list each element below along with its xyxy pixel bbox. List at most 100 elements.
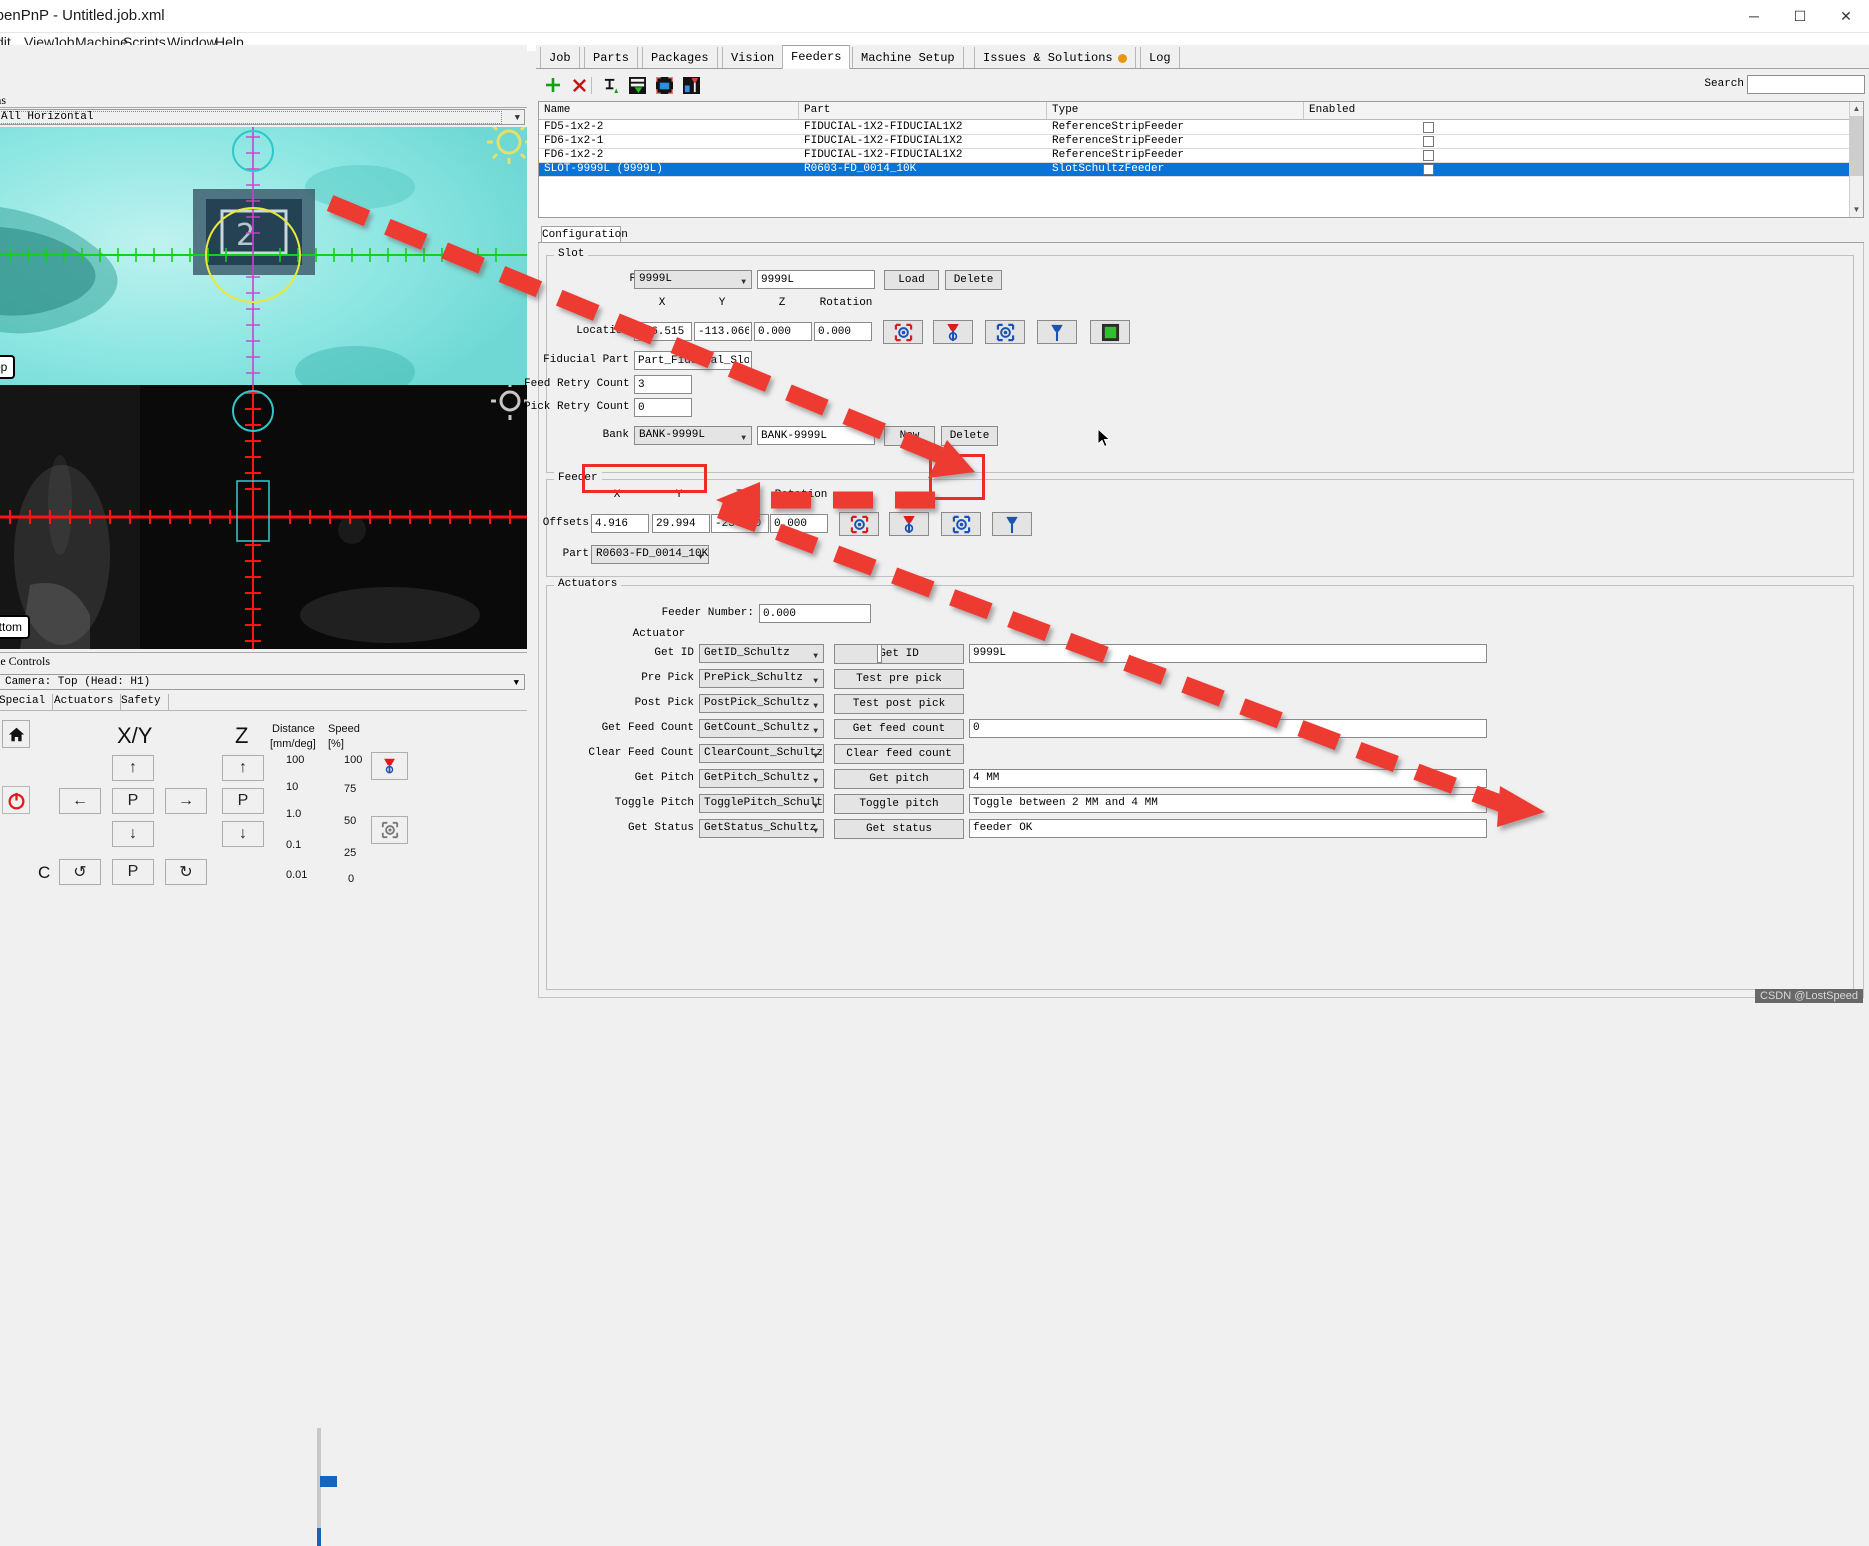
- camera-view-top[interactable]: 2: [0, 127, 527, 385]
- actuator-select-pre-pick[interactable]: PrePick_Schultz ▼: [699, 669, 824, 688]
- actuator-value-get-id[interactable]: 9999L: [969, 644, 1487, 663]
- slot-location-x-input[interactable]: [634, 322, 692, 341]
- column-header-enabled[interactable]: Enabled: [1304, 102, 1849, 119]
- slot-capture-camera-button[interactable]: [883, 320, 923, 344]
- distance-slider-thumb[interactable]: [320, 1476, 337, 1487]
- jog-y-minus-button[interactable]: ↓: [112, 821, 154, 847]
- camera-layout-select[interactable]: All Horizontal ▼: [0, 109, 525, 125]
- maximize-button[interactable]: ☐: [1777, 0, 1823, 32]
- slot-bank-delete-button[interactable]: Delete: [941, 426, 998, 446]
- feeder-offset-z-input[interactable]: [711, 514, 769, 533]
- actuator-button-clear-feed-count[interactable]: Clear feed count: [834, 744, 964, 764]
- slot-show-button[interactable]: [1090, 320, 1130, 344]
- slot-capture-tool-button[interactable]: [933, 320, 973, 344]
- column-header-part[interactable]: Part: [799, 102, 1047, 119]
- actuator-select-post-pick[interactable]: PostPick_Schultz ▼: [699, 694, 824, 713]
- jog-tool-button[interactable]: [371, 752, 408, 780]
- table-row[interactable]: FD6-1x2-2 FIDUCIAL-1X2-FIDUCIAL1X2 Refer…: [539, 149, 1863, 163]
- actuator-select-get-feed-count[interactable]: GetCount_Schultz ▼: [699, 719, 824, 738]
- actuator-button-get-status[interactable]: Get status: [834, 819, 964, 839]
- slot-bank-select[interactable]: BANK-9999L ▼: [634, 426, 752, 445]
- actuator-button-post-pick[interactable]: Test post pick: [834, 694, 964, 714]
- feeders-table-scrollbar[interactable]: ▲ ▼: [1849, 102, 1863, 217]
- tab-packages[interactable]: Packages: [642, 47, 718, 69]
- search-input[interactable]: [1747, 75, 1865, 94]
- slot-bank-name-input[interactable]: [757, 426, 875, 445]
- jog-x-plus-button[interactable]: →: [165, 788, 207, 814]
- feeder-capture-tool-button[interactable]: [889, 512, 929, 536]
- actuator-button-get-feed-count[interactable]: Get feed count: [834, 719, 964, 739]
- slot-feed-retry-input[interactable]: [634, 375, 692, 394]
- jog-z-park-button[interactable]: P: [222, 788, 264, 814]
- tab-vision[interactable]: Vision: [722, 47, 784, 69]
- actuator-select-get-status[interactable]: GetStatus_Schultz ▼: [699, 819, 824, 838]
- actuator-value-get-pitch[interactable]: 4 MM: [969, 769, 1487, 788]
- tab-job[interactable]: Job: [540, 47, 580, 69]
- tab-machine-setup[interactable]: Machine Setup: [852, 47, 964, 69]
- cell-enabled-checkbox[interactable]: [1423, 150, 1434, 161]
- scroll-up-icon[interactable]: ▲: [1850, 102, 1863, 115]
- add-feeder-button[interactable]: [541, 73, 565, 97]
- actuator-select-get-id[interactable]: GetID_Schultz ▼: [699, 644, 824, 663]
- tab-feeders[interactable]: Feeders: [782, 45, 851, 69]
- feeder-number-input[interactable]: [759, 604, 871, 623]
- tab-issues-solutions[interactable]: Issues & Solutions: [974, 47, 1136, 69]
- actuator-value-toggle-pitch[interactable]: Toggle between 2 MM and 4 MM: [969, 794, 1487, 813]
- camera-view-bottom[interactable]: [0, 385, 527, 649]
- slot-location-y-input[interactable]: [694, 322, 752, 341]
- feeder-move-tool-button[interactable]: [992, 512, 1032, 536]
- sort-feeders-button[interactable]: [625, 73, 649, 97]
- feeder-capture-camera-button[interactable]: [839, 512, 879, 536]
- slot-pick-retry-input[interactable]: [634, 398, 692, 417]
- slot-location-rotation-input[interactable]: [814, 322, 872, 341]
- pick-feeder-button[interactable]: [679, 73, 703, 97]
- feeder-move-camera-button[interactable]: [941, 512, 981, 536]
- column-header-type[interactable]: Type: [1047, 102, 1304, 119]
- column-header-name[interactable]: Name: [539, 102, 799, 119]
- slot-load-button[interactable]: Load: [884, 270, 939, 290]
- slot-feeder-select[interactable]: 9999L ▼: [634, 270, 752, 289]
- actuator-button-get-pitch[interactable]: Get pitch: [834, 769, 964, 789]
- tab-special[interactable]: Special: [0, 694, 54, 710]
- jog-x-minus-button[interactable]: ←: [59, 788, 101, 814]
- jog-xy-park-button[interactable]: P: [112, 788, 154, 814]
- jog-c-park-button[interactable]: P: [112, 859, 154, 885]
- feeder-part-select[interactable]: R0603-FD_0014_10K ▼: [591, 545, 709, 564]
- cell-enabled-checkbox[interactable]: [1423, 164, 1434, 175]
- home-button[interactable]: [2, 720, 30, 748]
- jog-c-ccw-button[interactable]: ↺: [59, 859, 101, 885]
- jog-c-cw-button[interactable]: ↻: [165, 859, 207, 885]
- slot-delete-button[interactable]: Delete: [945, 270, 1002, 290]
- head-camera-select[interactable]: Camera: Top (Head: H1) ▼: [0, 674, 525, 690]
- jog-z-minus-button[interactable]: ↓: [222, 821, 264, 847]
- tab-actuators[interactable]: Actuators: [47, 694, 122, 710]
- slot-fiducial-part-input[interactable]: [634, 351, 752, 370]
- power-button[interactable]: [2, 786, 30, 814]
- tab-safety[interactable]: Safety: [114, 694, 169, 710]
- actuator-select-clear-feed-count[interactable]: ClearCount_Schultz ▼: [699, 744, 824, 763]
- slot-move-camera-button[interactable]: [985, 320, 1025, 344]
- slot-location-z-input[interactable]: [754, 322, 812, 341]
- feeder-offset-y-input[interactable]: [652, 514, 710, 533]
- actuator-value-get-status[interactable]: feeder OK: [969, 819, 1487, 838]
- cell-enabled-checkbox[interactable]: [1423, 136, 1434, 147]
- tab-parts[interactable]: Parts: [584, 47, 639, 69]
- jog-z-plus-button[interactable]: ↑: [222, 755, 264, 781]
- table-row-selected[interactable]: SLOT-9999L (9999L) R0603-FD_0014_10K Slo…: [539, 163, 1863, 177]
- actuator-button-get-id[interactable]: Get ID: [834, 644, 964, 664]
- actuator-button-toggle-pitch[interactable]: Toggle pitch: [834, 794, 964, 814]
- tab-configuration[interactable]: Configuration: [541, 226, 628, 243]
- jog-y-plus-button[interactable]: ↑: [112, 755, 154, 781]
- table-row[interactable]: FD6-1x2-1 FIDUCIAL-1X2-FIDUCIAL1X2 Refer…: [539, 135, 1863, 149]
- cell-enabled-checkbox[interactable]: [1423, 122, 1434, 133]
- actuator-value-get-feed-count[interactable]: 0: [969, 719, 1487, 738]
- slot-bank-new-button[interactable]: New: [884, 426, 935, 446]
- close-button[interactable]: ✕: [1823, 0, 1869, 32]
- feeder-offset-x-input[interactable]: [591, 514, 649, 533]
- slot-feeder-name-input[interactable]: [757, 270, 875, 289]
- table-row[interactable]: FD5-1x2-2 FIDUCIAL-1X2-FIDUCIAL1X2 Refer…: [539, 121, 1863, 135]
- tab-log[interactable]: Log: [1140, 47, 1180, 69]
- remove-feeder-button[interactable]: [567, 73, 591, 97]
- actuator-select-toggle-pitch[interactable]: TogglePitch_Schultz ▼: [699, 794, 824, 813]
- actuator-button-pre-pick[interactable]: Test pre pick: [834, 669, 964, 689]
